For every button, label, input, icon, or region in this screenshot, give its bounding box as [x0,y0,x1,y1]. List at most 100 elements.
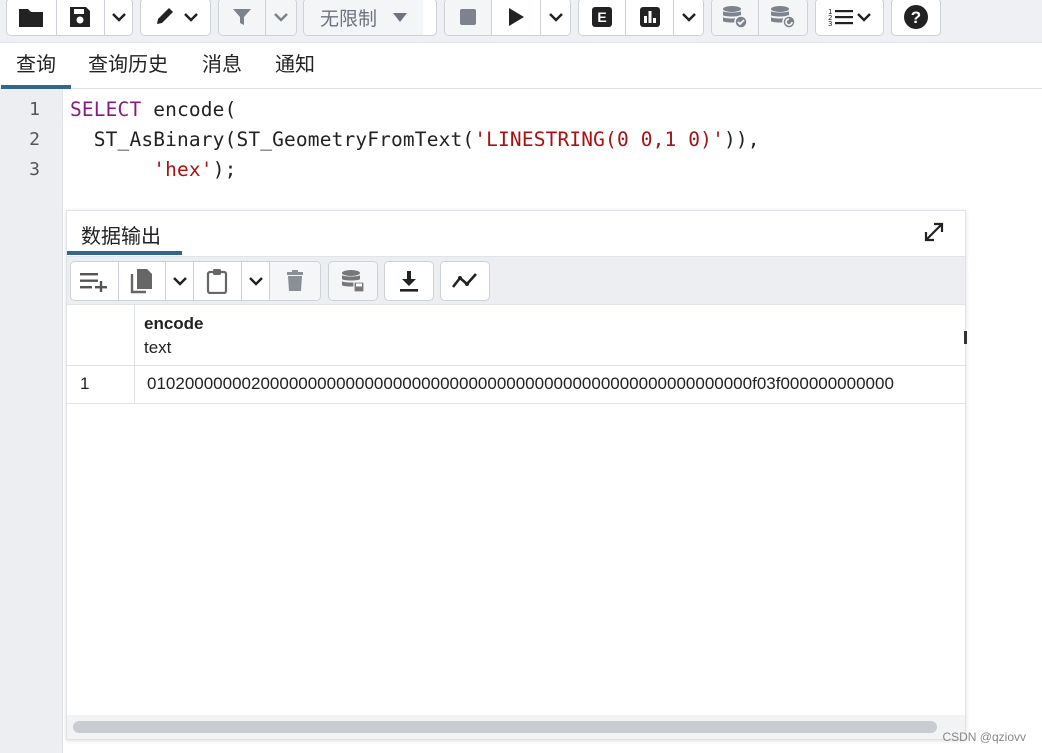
code-line: ST_AsBinary(ST_GeometryFromText('LINESTR… [70,128,760,151]
chevron-down-icon [172,277,187,286]
code-line: 'hex'); [70,158,236,181]
save-data-changes-button[interactable] [329,262,377,300]
sql-text: encode( [141,98,237,121]
svg-text:E: E [597,9,606,25]
download-icon [400,271,418,292]
svg-text:3: 3 [828,20,832,27]
filter-button-group [218,0,297,36]
transaction-button-group [711,0,808,36]
explain-analyze-button[interactable] [626,0,675,35]
open-file-button[interactable] [7,0,57,35]
line-chart-icon [451,273,477,288]
column-type: text [144,338,172,357]
chevron-down-icon [857,13,871,22]
macros-menu-button[interactable]: 123 [816,0,883,35]
tab-query[interactable]: 查询 [1,50,71,89]
explain-button[interactable]: E [579,0,627,35]
sql-text: ST_AsBinary(ST_GeometryFromText( [70,128,475,151]
watermark: CSDN @qziovv [942,730,1026,744]
main-toolbar: 无限制 E 1 2 3 ? [0,0,1042,43]
line-number: 2 [29,129,40,150]
line-number: 3 [29,159,40,180]
select-all-cell[interactable] [67,305,135,366]
limit-select-value: 无限制 [320,8,378,30]
graph-visualiser-button[interactable] [441,262,489,300]
chevron-down-icon [274,13,288,22]
limit-select[interactable]: 无限制 [303,0,437,36]
row-number[interactable]: 1 [67,366,135,404]
chevron-down-icon [111,13,126,22]
save-icon [70,7,91,27]
table-row[interactable]: 1 01020000000200000000000000000000000000… [67,366,967,404]
clipboard-icon [207,269,228,294]
question-circle-icon: ? [904,5,928,29]
data-output-panel: 数据输出 encode text 1 010200000002000000000… [66,210,967,740]
trash-icon [287,270,304,291]
panel-header: 数据输出 [67,211,965,256]
filter-options-dropdown[interactable] [265,0,296,35]
table-cell[interactable]: 0102000000020000000000000000000000000000… [147,366,967,404]
explain-icon: E [592,7,613,27]
tab-data-output[interactable]: 数据输出 [81,220,161,249]
help-button[interactable]: ? [892,0,940,35]
caret-down-icon [393,12,408,22]
chevron-down-icon [183,13,198,22]
sql-text: )), [723,128,760,151]
pencil-icon [156,8,173,24]
add-row-icon [80,273,108,292]
horizontal-scrollbar[interactable] [73,721,937,733]
sql-keyword: SELECT [70,98,142,121]
commit-button[interactable] [712,0,760,35]
paste-options-dropdown[interactable] [241,262,271,300]
help-button-group: ? [891,0,941,36]
expand-icon[interactable] [923,221,945,243]
database-save-icon [342,270,365,293]
save-options-dropdown[interactable] [105,0,132,35]
delete-row-button[interactable] [270,262,320,300]
sql-text: ); [212,158,237,181]
database-check-icon [723,6,748,29]
filter-button[interactable] [219,0,266,35]
tab-notifications[interactable]: 通知 [275,50,315,88]
editor-gutter: 1 2 3 [0,89,63,753]
copy-icon [130,269,152,294]
row-edit-group [70,261,321,301]
bar-chart-icon [639,7,660,27]
column-resize-handle[interactable] [964,331,967,344]
explain-button-group: E [578,0,704,36]
database-undo-icon [771,6,796,29]
add-row-button[interactable] [71,262,119,300]
chevron-down-icon [681,13,696,22]
tab-messages[interactable]: 消息 [202,50,242,88]
folder-icon [19,9,44,27]
copy-button[interactable] [118,262,167,300]
line-number: 1 [29,99,40,120]
query-tabs: 查询 查询历史 消息 通知 [0,43,1042,89]
paste-button[interactable] [194,262,242,300]
stop-icon [460,9,477,25]
edit-menu-button[interactable] [141,0,210,35]
save-file-button[interactable] [56,0,106,35]
list-icon: 123 [828,8,853,27]
tab-query-history[interactable]: 查询历史 [88,50,168,88]
explain-options-dropdown[interactable] [674,0,703,35]
code-line: SELECT encode( [70,98,236,121]
download-group [384,261,434,301]
column-name[interactable]: encode [144,314,204,334]
execute-options-dropdown[interactable] [541,0,570,35]
file-button-group [6,0,133,36]
grid-header: encode text [67,305,967,366]
copy-options-dropdown[interactable] [166,262,195,300]
edit-button-group [140,0,211,36]
active-tab-indicator [67,251,182,255]
chevron-down-icon [548,13,563,22]
stop-query-button[interactable] [445,0,493,35]
rollback-button[interactable] [759,0,807,35]
download-button[interactable] [385,262,433,300]
sql-string: 'hex' [153,158,213,181]
macros-button-group: 123 [815,0,884,36]
filter-icon [232,9,251,25]
data-output-toolbar [67,256,965,305]
execute-query-button[interactable] [492,0,542,35]
